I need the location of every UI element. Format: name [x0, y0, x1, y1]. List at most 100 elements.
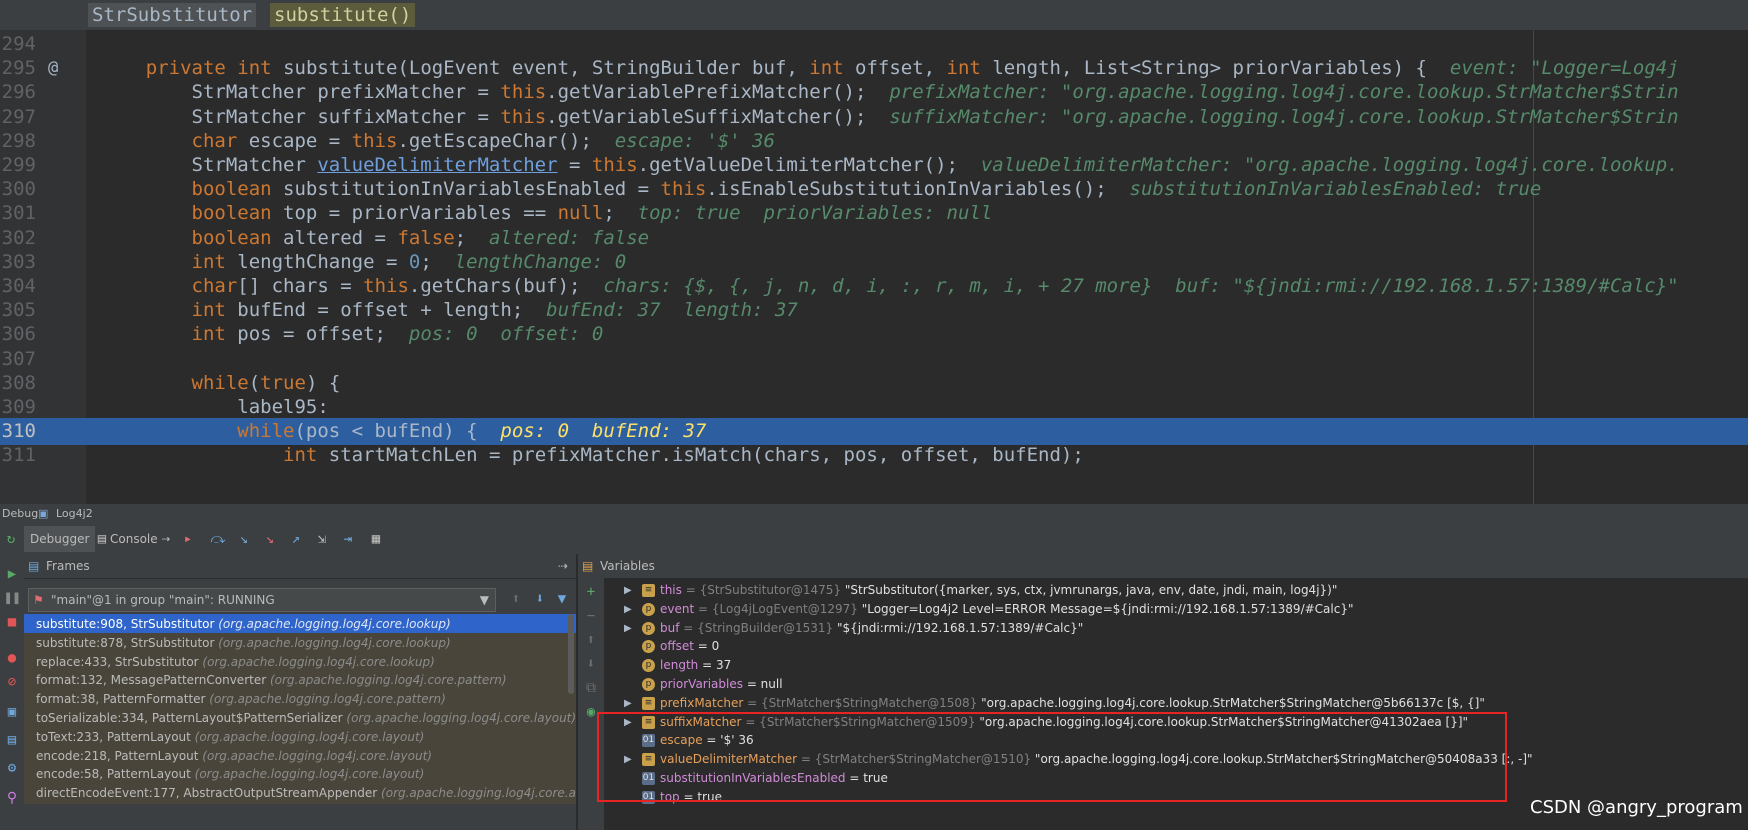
new-watch-icon[interactable]: +	[583, 584, 599, 600]
rerun-icon[interactable]: ↻	[3, 531, 19, 547]
inline-debug-value: top: true priorVariables: null	[637, 202, 993, 225]
line-number[interactable]: 311	[0, 442, 36, 469]
line-number[interactable]: 307	[0, 346, 36, 373]
code-line[interactable]: 294	[0, 31, 1748, 58]
code-text: boolean altered = false; altered: false	[191, 226, 650, 249]
copy-icon[interactable]: ⧉	[583, 680, 599, 696]
code-line[interactable]: 296 StrMatcher prefixMatcher = this.getV…	[0, 79, 1748, 106]
evaluate-expression-icon[interactable]: ▦	[368, 531, 384, 547]
frame-package: (org.apache.logging.log4j.core.lookup)	[218, 635, 451, 650]
watermark: CSDN @angry_program	[1530, 797, 1743, 818]
frames-pin-icon[interactable]: ⇢	[558, 554, 568, 578]
debug-title: Debug	[2, 507, 39, 520]
code-text: while(true) {	[191, 371, 341, 394]
variable-value: "StrSubstitutor({marker, sys, ctx, jvmru…	[844, 583, 1338, 597]
variable-type: = {Log4jLogEvent@1297}	[698, 601, 862, 616]
frame-down-icon[interactable]: ⬇	[532, 591, 548, 607]
code-text: int startMatchLen = prefixMatcher.isMatc…	[283, 444, 1084, 467]
force-step-into-icon[interactable]: ↘	[262, 531, 278, 547]
frame-package: (org.apache.logging.log4j.core.lookup)	[202, 654, 435, 669]
override-marker-icon[interactable]: @	[48, 55, 58, 82]
code-line[interactable]: 303 int lengthChange = 0; lengthChange: …	[0, 249, 1748, 276]
code-line[interactable]: 308 while(true) {	[0, 370, 1748, 397]
debug-toolbar: ↻ Debugger ▤ Console ⇢ ▸ ⤼ ↘ ↘ ↗ ⇲ ⇥ ▦	[0, 524, 1748, 555]
code-line[interactable]: 299 StrMatcher valueDelimiterMatcher = t…	[0, 152, 1748, 179]
code-text: private int substitute(LogEvent event, S…	[145, 57, 1679, 80]
code-line[interactable]: 307	[0, 346, 1748, 373]
code-editor[interactable]: 294 295 @ private int substitute(LogEvent …	[0, 30, 1748, 504]
console-pin-icon[interactable]: ⇢	[158, 531, 174, 547]
code-line[interactable]: 301 boolean top = priorVariables == null…	[0, 200, 1748, 227]
tab-console[interactable]: Console	[104, 526, 164, 552]
inline-debug-value: chars: {$, {, j, n, d, i, :, r, m, i, + …	[603, 275, 1679, 297]
tab-debugger[interactable]: Debugger	[24, 526, 96, 552]
step-into-icon[interactable]: ↘	[236, 531, 252, 547]
line-number[interactable]: 310	[0, 418, 36, 445]
code-line[interactable]: 295 @ private int substitute(LogEvent eve…	[0, 55, 1748, 82]
restore-layout-icon[interactable]: ▤	[4, 732, 20, 748]
line-number[interactable]: 299	[0, 152, 36, 179]
code-text: StrMatcher prefixMatcher = this.getVaria…	[100, 81, 1679, 104]
step-out-icon[interactable]: ↗	[288, 531, 304, 547]
frames-scrollbar[interactable]	[568, 614, 574, 694]
code-line[interactable]: 300 boolean substitutionInVariablesEnabl…	[0, 176, 1748, 203]
stop-icon[interactable]: ■	[4, 614, 20, 630]
breadcrumb-method[interactable]: substitute()	[270, 3, 416, 27]
chevron-down-icon: ▼	[479, 593, 489, 607]
line-number[interactable]: 296	[0, 79, 36, 106]
code-line[interactable]: 310 while(pos < bufEnd) { pos: 0 bufEnd:…	[0, 418, 1748, 446]
code-line[interactable]: 297 StrMatcher suffixMatcher = this.getV…	[0, 104, 1748, 131]
get-thread-dump-icon[interactable]: ▣	[4, 704, 20, 720]
line-number[interactable]: 306	[0, 321, 36, 348]
breadcrumb-class[interactable]: StrSubstitutor	[88, 3, 257, 27]
move-up-icon[interactable]: ⬆	[583, 632, 599, 648]
code-line[interactable]: 298 char escape = this.getEscapeChar(); …	[0, 128, 1748, 155]
line-number[interactable]: 309	[0, 394, 36, 421]
code-line[interactable]: 304 char[] chars = this.getChars(buf); c…	[0, 273, 1748, 300]
frame-method: substitute:908, StrSubstitutor	[36, 617, 219, 631]
line-number[interactable]: 305	[0, 297, 36, 324]
code-line[interactable]: 311 int startMatchLen = prefixMatcher.is…	[0, 442, 1748, 469]
line-number[interactable]: 308	[0, 370, 36, 397]
run-config-name[interactable]: Log4j2	[56, 504, 93, 524]
variable-type: = {StrMatcher$StringMatcher@1508}	[747, 695, 982, 710]
show-execution-point-icon[interactable]: ▸	[180, 531, 196, 547]
variable-value: = 37	[702, 658, 732, 673]
line-number[interactable]: 300	[0, 176, 36, 203]
frame-item[interactable]: directEncodeEvent:177, AbstractOutputStr…	[24, 783, 576, 805]
filter-icon[interactable]: ▼	[554, 591, 570, 607]
frame-method: toText:233, PatternLayout	[36, 729, 195, 744]
drop-frame-icon[interactable]: ⇲	[314, 531, 330, 547]
line-number[interactable]: 304	[0, 273, 36, 300]
code-line[interactable]: 302 boolean altered = false; altered: fa…	[0, 225, 1748, 252]
frame-method: directEncodeEvent:177, AbstractOutputStr…	[36, 786, 382, 801]
settings-gear-icon[interactable]: ⚙	[4, 760, 20, 776]
code-text: label95:	[100, 396, 329, 418]
field-icon: ≡	[642, 584, 655, 597]
pin-icon[interactable]: ⚲	[4, 790, 20, 806]
line-number[interactable]: 298	[0, 128, 36, 155]
line-number[interactable]: 302	[0, 225, 36, 252]
code-line[interactable]: 309 label95:	[0, 394, 1748, 421]
resume-icon[interactable]: ▶	[4, 566, 20, 582]
run-to-cursor-icon[interactable]: ⇥	[340, 531, 356, 547]
pause-icon[interactable]: ❚❚	[4, 590, 21, 606]
mute-breakpoints-icon[interactable]: ⊘	[4, 674, 20, 690]
line-number[interactable]: 301	[0, 200, 36, 227]
move-down-icon[interactable]: ⬇	[583, 656, 599, 672]
step-over-icon[interactable]: ⤼	[210, 531, 226, 547]
thread-selector[interactable]: ⚑ "main"@1 in group "main": RUNNING ▼	[28, 588, 496, 612]
code-line[interactable]: 305 int bufEnd = offset + length; bufEnd…	[0, 297, 1748, 324]
frame-method: format:132, MessagePatternConverter	[36, 673, 270, 688]
frame-method: encode:218, PatternLayout	[36, 748, 203, 763]
line-number[interactable]: 303	[0, 249, 36, 276]
line-number[interactable]: 297	[0, 104, 36, 131]
code-line[interactable]: 306 int pos = offset; pos: 0 offset: 0	[0, 321, 1748, 348]
line-number[interactable]: 294	[0, 31, 36, 58]
code-text: StrMatcher suffixMatcher = this.getVaria…	[100, 105, 1679, 128]
line-number[interactable]: 295	[0, 55, 36, 82]
code-text: int lengthChange = 0; lengthChange: 0	[191, 250, 627, 273]
remove-watch-icon[interactable]: −	[583, 608, 599, 624]
view-breakpoints-icon[interactable]: ●	[4, 650, 20, 666]
frame-up-icon[interactable]: ⬆	[508, 591, 524, 607]
